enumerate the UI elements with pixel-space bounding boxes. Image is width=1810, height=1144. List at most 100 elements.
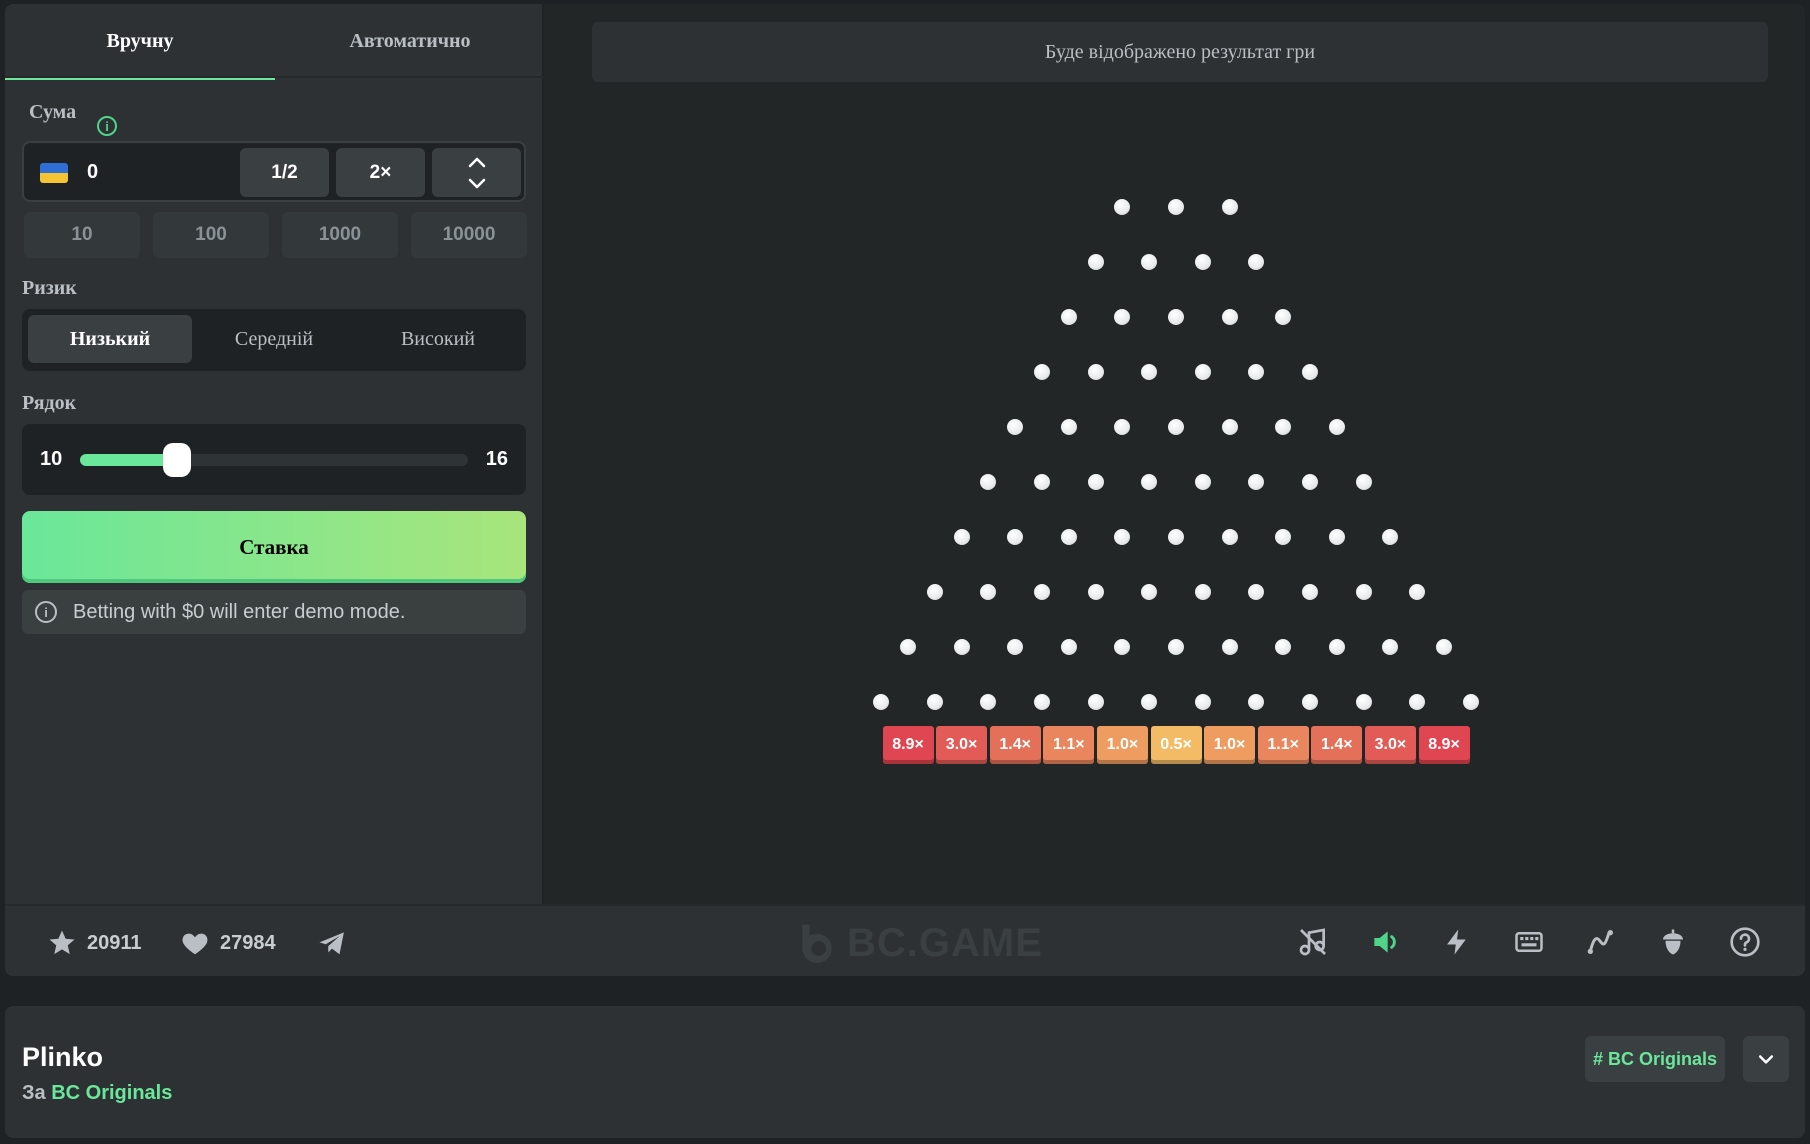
- rows-slider-box: 10 16: [22, 424, 526, 495]
- half-button[interactable]: 1/2: [240, 148, 329, 197]
- route-icon: [1587, 930, 1613, 954]
- provably-fair-button[interactable]: [1655, 924, 1691, 960]
- preset-100[interactable]: 100: [153, 212, 269, 258]
- peg: [1114, 419, 1131, 435]
- peg: [1168, 419, 1184, 435]
- bet-panel: Вручну Автоматично Сума i 0 1/2 2× 10 10…: [5, 4, 544, 904]
- peg: [980, 694, 997, 710]
- game-title: Plinko: [22, 1042, 104, 1072]
- like-count-value: 27984: [220, 931, 276, 954]
- peg: [1060, 529, 1077, 545]
- peg: [1302, 584, 1318, 600]
- bc-logo-text: BC.GAME: [847, 920, 1043, 965]
- peg: [1034, 694, 1050, 710]
- acorn-icon: [1663, 929, 1683, 955]
- peg: [1034, 584, 1050, 600]
- peg: [1168, 199, 1184, 215]
- amount-input-box: 0 1/2 2×: [22, 141, 526, 202]
- peg: [1007, 419, 1024, 435]
- ukraine-flag-icon: [40, 163, 68, 183]
- peg: [1087, 694, 1104, 710]
- peg: [1141, 364, 1158, 380]
- provider-prefix: За: [22, 1082, 46, 1104]
- chevron-up-down-icon: [468, 157, 485, 188]
- peg: [1194, 584, 1211, 600]
- peg: [1060, 419, 1077, 435]
- demo-notice: i Betting with $0 will enter demo mode.: [22, 590, 526, 634]
- telegram-icon: [319, 932, 344, 955]
- sound-button[interactable]: [1367, 924, 1403, 960]
- star-icon: [49, 930, 75, 955]
- peg: [1221, 639, 1238, 655]
- multiplier-bucket: 1.0×: [1204, 726, 1256, 764]
- multiplier-bucket: 3.0×: [1364, 726, 1416, 764]
- preset-10000[interactable]: 10000: [411, 212, 527, 258]
- peg: [980, 584, 997, 600]
- risk-selector: Низький Середній Високий: [22, 309, 526, 371]
- amount-stepper[interactable]: [432, 148, 521, 197]
- peg: [953, 529, 970, 545]
- peg: [1087, 584, 1104, 600]
- risk-medium[interactable]: Середній: [192, 315, 356, 363]
- help-button[interactable]: [1727, 924, 1763, 960]
- risk-label: Ризик: [22, 277, 77, 299]
- plinko-board: Буде відображено результат гри 8.9× 3.0× 1…: [546, 4, 1805, 904]
- peg: [1275, 639, 1292, 655]
- favorite-count[interactable]: 20911: [47, 928, 142, 958]
- peg: [1382, 639, 1399, 655]
- peg: [1007, 639, 1024, 655]
- peg: [1275, 529, 1292, 545]
- rows-min-value: 10: [40, 448, 63, 470]
- preset-10[interactable]: 10: [24, 212, 140, 258]
- peg: [1248, 694, 1265, 710]
- peg: [1409, 584, 1426, 600]
- category-tag[interactable]: # BC Originals: [1585, 1036, 1725, 1082]
- expand-button[interactable]: [1743, 1036, 1789, 1082]
- risk-low[interactable]: Низький: [28, 315, 192, 363]
- multiplier-bucket: 0.5×: [1150, 726, 1202, 764]
- peg: [1141, 474, 1158, 490]
- share-telegram[interactable]: [316, 928, 348, 958]
- tab-auto[interactable]: Автоматично: [275, 4, 545, 78]
- bet-button[interactable]: Ставка: [22, 511, 526, 583]
- hotkeys-button[interactable]: [1511, 924, 1547, 960]
- like-count[interactable]: 27984: [180, 928, 276, 958]
- music-off-button[interactable]: [1295, 924, 1331, 960]
- peg: [1034, 364, 1050, 380]
- peg: [1248, 474, 1265, 490]
- peg: [1302, 694, 1318, 710]
- rows-slider[interactable]: [80, 443, 468, 477]
- trends-button[interactable]: [1583, 924, 1619, 960]
- double-button[interactable]: 2×: [336, 148, 425, 197]
- peg: [1087, 474, 1104, 490]
- bc-logo-icon: [802, 924, 832, 964]
- peg: [1355, 694, 1372, 710]
- tab-manual[interactable]: Вручну: [5, 4, 275, 80]
- result-display: Буде відображено результат гри: [592, 22, 1768, 82]
- multiplier-bucket: 1.4×: [989, 726, 1041, 764]
- multiplier-bucket: 1.1×: [1043, 726, 1095, 764]
- amount-input[interactable]: 0: [87, 161, 98, 184]
- lightning-icon: [1447, 929, 1466, 955]
- peg: [1221, 529, 1238, 545]
- peg: [1060, 309, 1077, 325]
- peg: [926, 694, 943, 710]
- preset-1000[interactable]: 1000: [282, 212, 398, 258]
- peg: [1141, 694, 1158, 710]
- peg: [1194, 694, 1211, 710]
- multiplier-bucket: 1.1×: [1257, 726, 1309, 764]
- amount-label: Сума: [29, 101, 77, 123]
- fast-mode-button[interactable]: [1439, 924, 1475, 960]
- demo-notice-text: Betting with $0 will enter demo mode.: [73, 600, 406, 623]
- info-icon: i: [35, 601, 57, 623]
- risk-high[interactable]: Високий: [356, 315, 520, 363]
- rows-slider-thumb[interactable]: [163, 443, 191, 477]
- peg: [1248, 254, 1265, 270]
- heart-icon: [182, 933, 208, 955]
- peg: [1355, 474, 1372, 490]
- bc-game-logo: BC.GAME: [795, 920, 1043, 966]
- info-icon[interactable]: i: [97, 116, 117, 136]
- peg: [1328, 529, 1345, 545]
- provider-link[interactable]: BC Originals: [51, 1082, 172, 1104]
- peg: [1141, 254, 1158, 270]
